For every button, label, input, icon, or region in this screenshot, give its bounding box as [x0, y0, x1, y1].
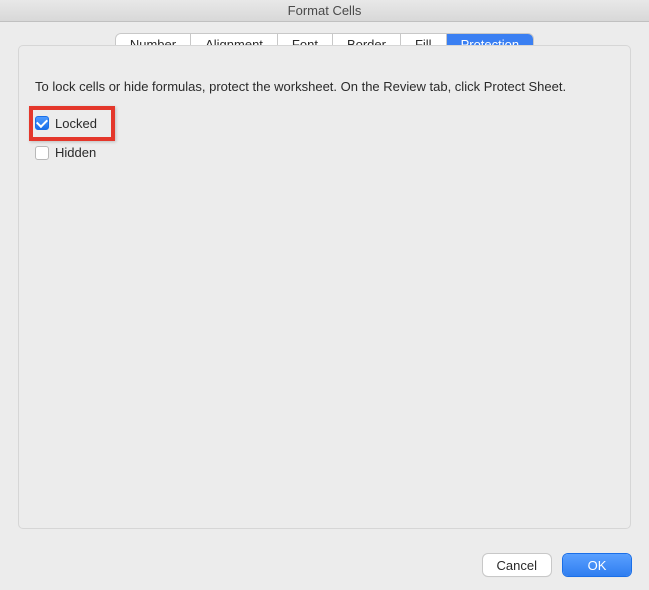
- hidden-row: Hidden: [35, 143, 614, 163]
- hidden-checkbox[interactable]: [35, 146, 49, 160]
- protection-description: To lock cells or hide formulas, protect …: [35, 78, 614, 96]
- locked-highlight-annotation: Locked: [29, 106, 115, 141]
- ok-button[interactable]: OK: [563, 554, 631, 576]
- titlebar: Format Cells: [0, 0, 649, 22]
- format-cells-dialog: Format Cells Number Alignment Font Borde…: [0, 0, 649, 590]
- dialog-buttons: Cancel OK: [483, 554, 631, 576]
- hidden-label[interactable]: Hidden: [55, 145, 96, 160]
- protection-panel: To lock cells or hide formulas, protect …: [18, 45, 631, 529]
- window-title: Format Cells: [288, 3, 362, 18]
- dialog-body: Number Alignment Font Border Fill Protec…: [0, 22, 649, 529]
- locked-checkbox[interactable]: [35, 116, 49, 130]
- locked-label[interactable]: Locked: [55, 116, 97, 131]
- cancel-button[interactable]: Cancel: [483, 554, 551, 576]
